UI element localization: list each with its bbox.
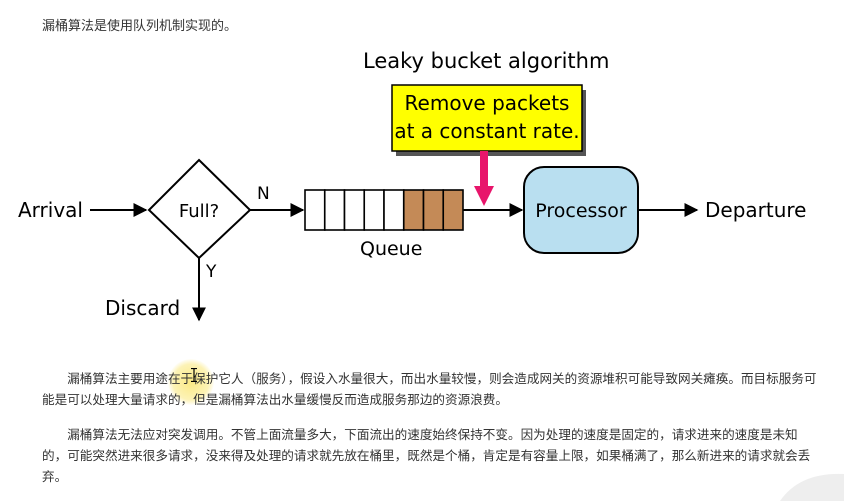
queue-slot: [402, 189, 425, 231]
yes-label: Y: [205, 262, 217, 282]
decision-label: Full?: [179, 201, 219, 222]
departure-label: Departure: [705, 198, 806, 222]
text-cursor-icon: [191, 368, 197, 382]
queue: [304, 189, 464, 231]
callout-line-2: at a constant rate.: [394, 119, 579, 143]
queue-slot: [304, 189, 326, 231]
leaky-bucket-diagram: Leaky bucket algorithm Remove packets at…: [18, 49, 806, 322]
queue-slot: [383, 189, 405, 231]
intro-text: 漏桶算法是使用队列机制实现的。: [42, 19, 238, 34]
no-label: N: [257, 184, 270, 204]
callout-line-1: Remove packets: [405, 91, 570, 115]
paragraph-2: 漏桶算法无法应对突发调用。不管上面流量多大，下面流出的速度始终保持不变。因为处理…: [42, 427, 811, 484]
queue-slot: [363, 189, 385, 231]
queue-slot: [343, 189, 366, 231]
pink-arrow-shaft: [480, 151, 488, 186]
paragraph-1: 漏桶算法主要用途在于保护它人（服务），假设入水量很大，而出水量较慢，则会造成网关…: [42, 371, 817, 407]
diagram-title: Leaky bucket algorithm: [363, 49, 609, 73]
queue-label: Queue: [360, 238, 422, 260]
corner-decoration: [780, 473, 844, 501]
queue-slot: [442, 189, 464, 231]
queue-slot: [323, 189, 346, 231]
queue-slot: [422, 189, 445, 231]
pink-arrow-head: [474, 186, 494, 206]
arrival-label: Arrival: [18, 198, 83, 222]
processor-label: Processor: [535, 200, 627, 222]
discard-label: Discard: [105, 296, 180, 320]
